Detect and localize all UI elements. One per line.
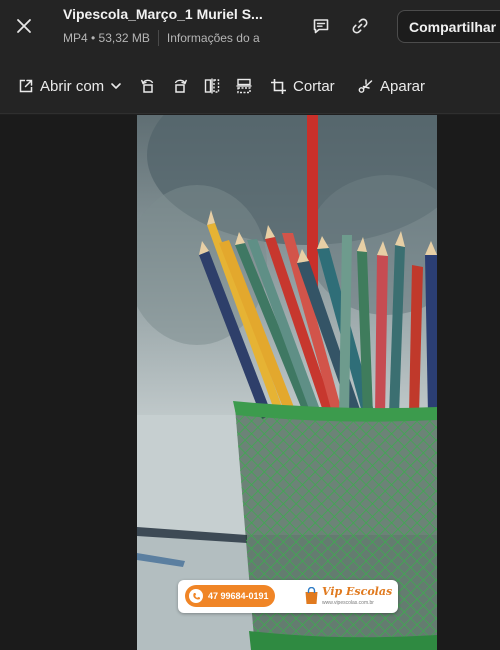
trim-button[interactable]: Aparar [358, 74, 425, 98]
flip-vertical-icon [236, 78, 252, 94]
video-branding-banner: 47 99684-0191 Vip Escolas www.vipescolas… [178, 580, 398, 613]
comment-button[interactable] [308, 13, 334, 39]
close-button[interactable] [10, 12, 38, 40]
file-info: Vipescola_Março_1 Muriel S... MP4 • 53,3… [63, 5, 273, 46]
crop-label: Cortar [293, 77, 335, 95]
rotate-left-button[interactable] [139, 74, 157, 98]
crop-icon [271, 78, 286, 94]
rotate-right-icon [174, 79, 187, 93]
rotate-left-icon [141, 79, 154, 93]
brand-name: Vip Escolas [322, 585, 393, 598]
share-button[interactable]: Compartilhar [397, 10, 500, 43]
trim-label: Aparar [380, 77, 426, 95]
flip-horizontal-button[interactable] [203, 74, 221, 98]
phone-icon [189, 589, 203, 603]
link-icon [352, 18, 368, 34]
open-with-label: Abrir com [40, 77, 105, 95]
flip-vertical-button[interactable] [235, 74, 253, 98]
crop-button[interactable]: Cortar [270, 74, 335, 98]
open-with-button[interactable]: Abrir com [18, 74, 123, 98]
meta-divider [157, 30, 159, 46]
file-meta: MP4 • 53,32 MB Informações do a [63, 30, 273, 46]
pencil-cup-image [137, 115, 437, 650]
video-frame[interactable] [137, 115, 437, 650]
open-external-icon [19, 79, 33, 93]
brand-website: www.vipescolas.com.br [322, 600, 374, 606]
phone-badge: 47 99684-0191 [185, 585, 275, 607]
brand-logo: Vip Escolas www.vipescolas.com.br [304, 584, 396, 610]
trim-icon [358, 79, 373, 93]
rotate-right-button[interactable] [171, 74, 189, 98]
shopping-bag-icon [305, 587, 318, 604]
media-viewer [0, 115, 500, 650]
file-type-size: MP4 • 53,32 MB [63, 31, 150, 45]
chevron-down-icon [111, 83, 121, 89]
close-icon [17, 19, 31, 33]
flip-horizontal-icon [204, 78, 220, 94]
file-title: Vipescola_Março_1 Muriel S... [63, 6, 263, 22]
editing-toolbar: Abrir com Cortar Aparar [0, 56, 500, 114]
viewer-header: Vipescola_Março_1 Muriel S... MP4 • 53,3… [0, 0, 500, 56]
phone-number: 47 99684-0191 [208, 591, 269, 601]
comment-icon [313, 19, 329, 34]
file-info-link[interactable]: Informações do a [167, 31, 260, 45]
copy-link-button[interactable] [347, 13, 373, 39]
